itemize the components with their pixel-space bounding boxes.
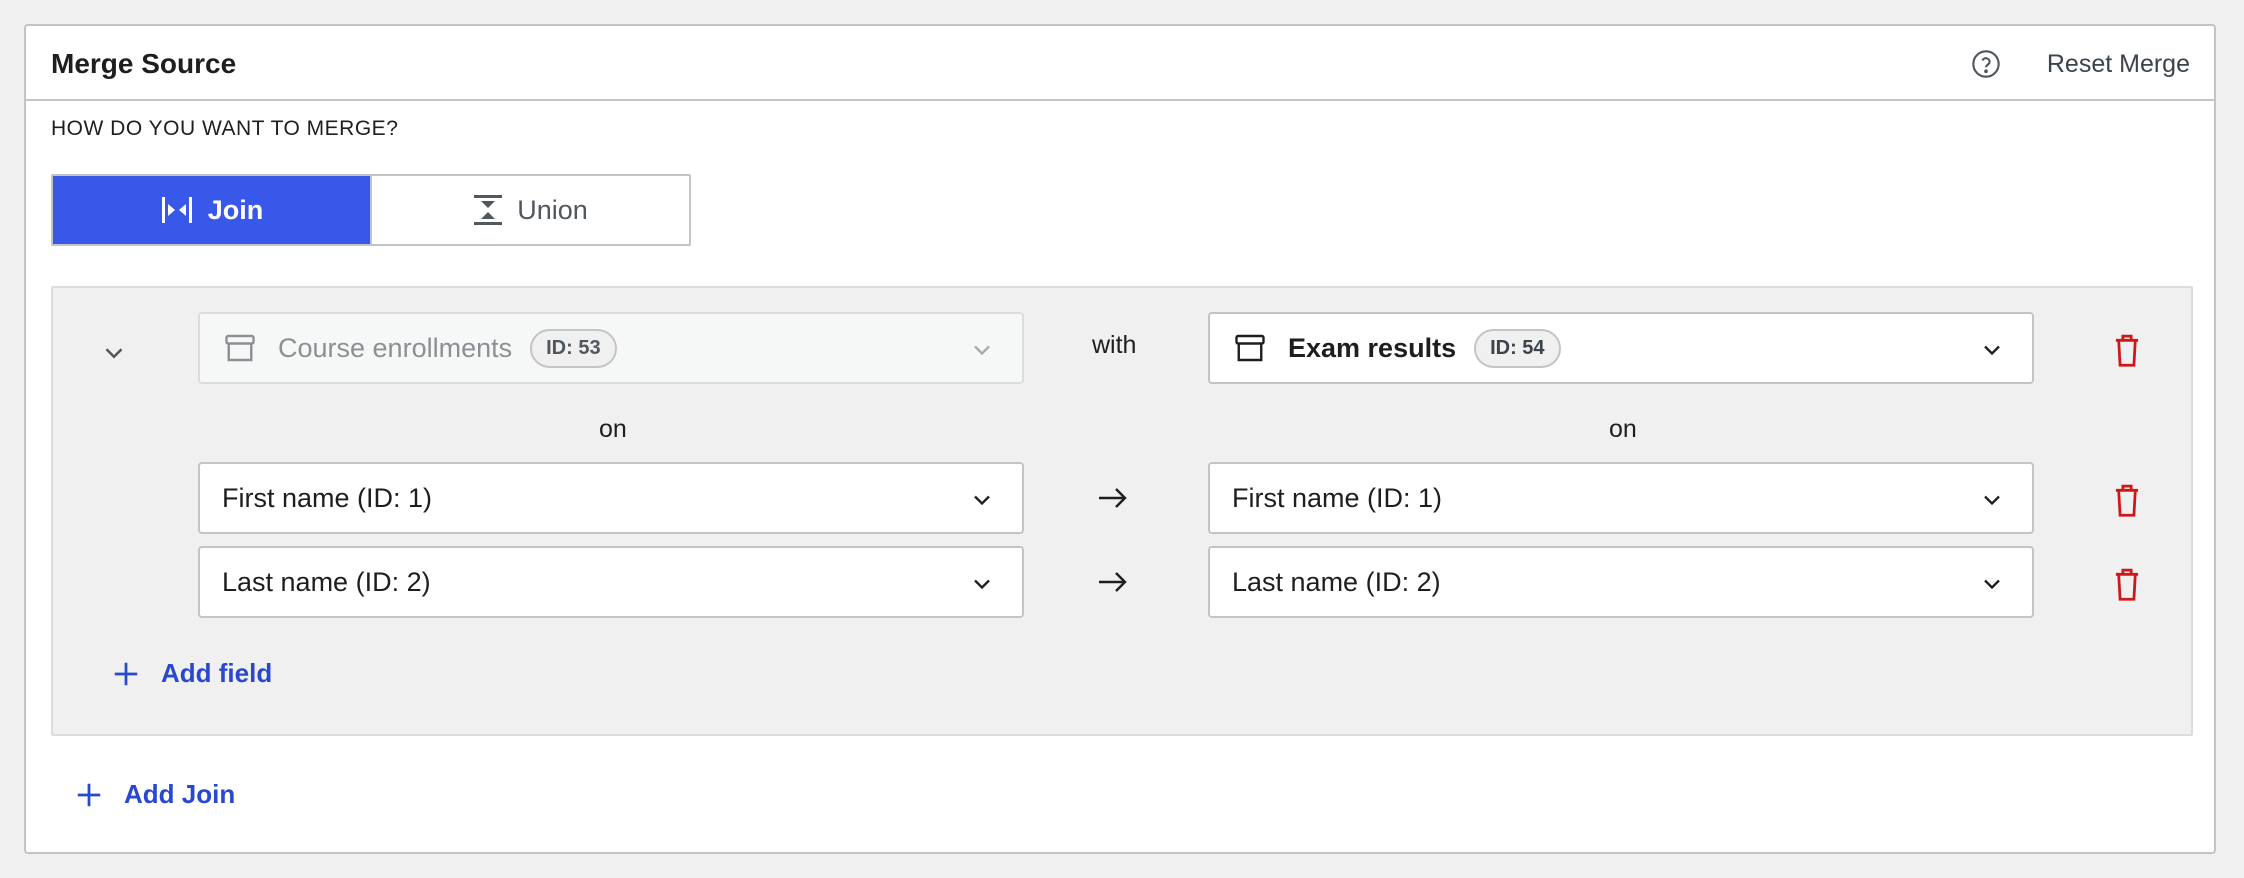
database-icon [1235,334,1265,362]
help-circle-icon[interactable] [1970,48,2002,80]
source-id-badge: ID: 53 [530,328,617,368]
chevron-down-icon[interactable] [99,338,129,368]
with-label: with [1092,331,1137,359]
add-field-label: Add field [161,658,273,688]
chevron-down-icon [1984,345,2000,356]
left-field-select[interactable]: Last name (ID: 2) [198,546,1024,618]
right-field-label: Last name (ID: 2) [1232,566,1441,597]
chevron-down-icon [974,579,990,590]
merge-type-toggle: Join Union [51,174,691,246]
source-select-label: Course enrollments [278,332,513,363]
right-field-label: First name (ID: 1) [1232,482,1443,513]
join-toggle-button[interactable]: Join [53,176,370,244]
join-configuration: Course enrollments ID: 53 with Exam resu… [51,286,2193,736]
delete-field-trash-icon[interactable] [2113,482,2141,518]
add-join-button[interactable]: Add Join [74,779,235,810]
join-label: Join [207,194,264,225]
join-icon [161,197,192,223]
target-id-badge: ID: 54 [1474,328,1561,368]
plus-icon [77,783,101,806]
panel-title: Merge Source [51,48,237,79]
right-field-select[interactable]: First name (ID: 1) [1208,462,2034,534]
union-label: Union [517,194,588,225]
left-field-label: Last name (ID: 2) [222,566,431,597]
plus-icon [114,662,138,685]
merge-source-panel: Merge Source Reset Merge HOW DO YOU WANT… [24,24,2216,854]
chevron-down-icon [974,495,990,506]
database-icon [225,334,255,362]
add-join-label: Add Join [124,779,236,809]
source-select: Course enrollments ID: 53 [198,312,1024,384]
merge-question: HOW DO YOU WANT TO MERGE? [51,117,399,140]
target-select-label: Exam results [1288,332,1457,363]
reset-merge-button[interactable]: Reset Merge [2047,50,2190,79]
delete-join-trash-icon[interactable] [2113,332,2141,368]
chevron-down-icon [1984,579,2000,590]
arrow-right-icon [1099,572,1127,592]
on-label-right: on [1609,415,1637,443]
left-field-label: First name (ID: 1) [222,482,433,513]
union-toggle-button[interactable]: Union [370,176,689,244]
panel-header: Merge Source Reset Merge [26,26,2214,101]
union-icon [474,195,503,225]
chevron-down-icon [1984,495,2000,506]
add-field-button[interactable]: Add field [111,658,272,689]
left-field-select[interactable]: First name (ID: 1) [198,462,1024,534]
target-select[interactable]: Exam results ID: 54 [1208,312,2034,384]
arrow-right-icon [1099,488,1127,508]
delete-field-trash-icon[interactable] [2113,566,2141,602]
chevron-down-icon [974,345,990,356]
on-label-left: on [599,415,627,443]
right-field-select[interactable]: Last name (ID: 2) [1208,546,2034,618]
